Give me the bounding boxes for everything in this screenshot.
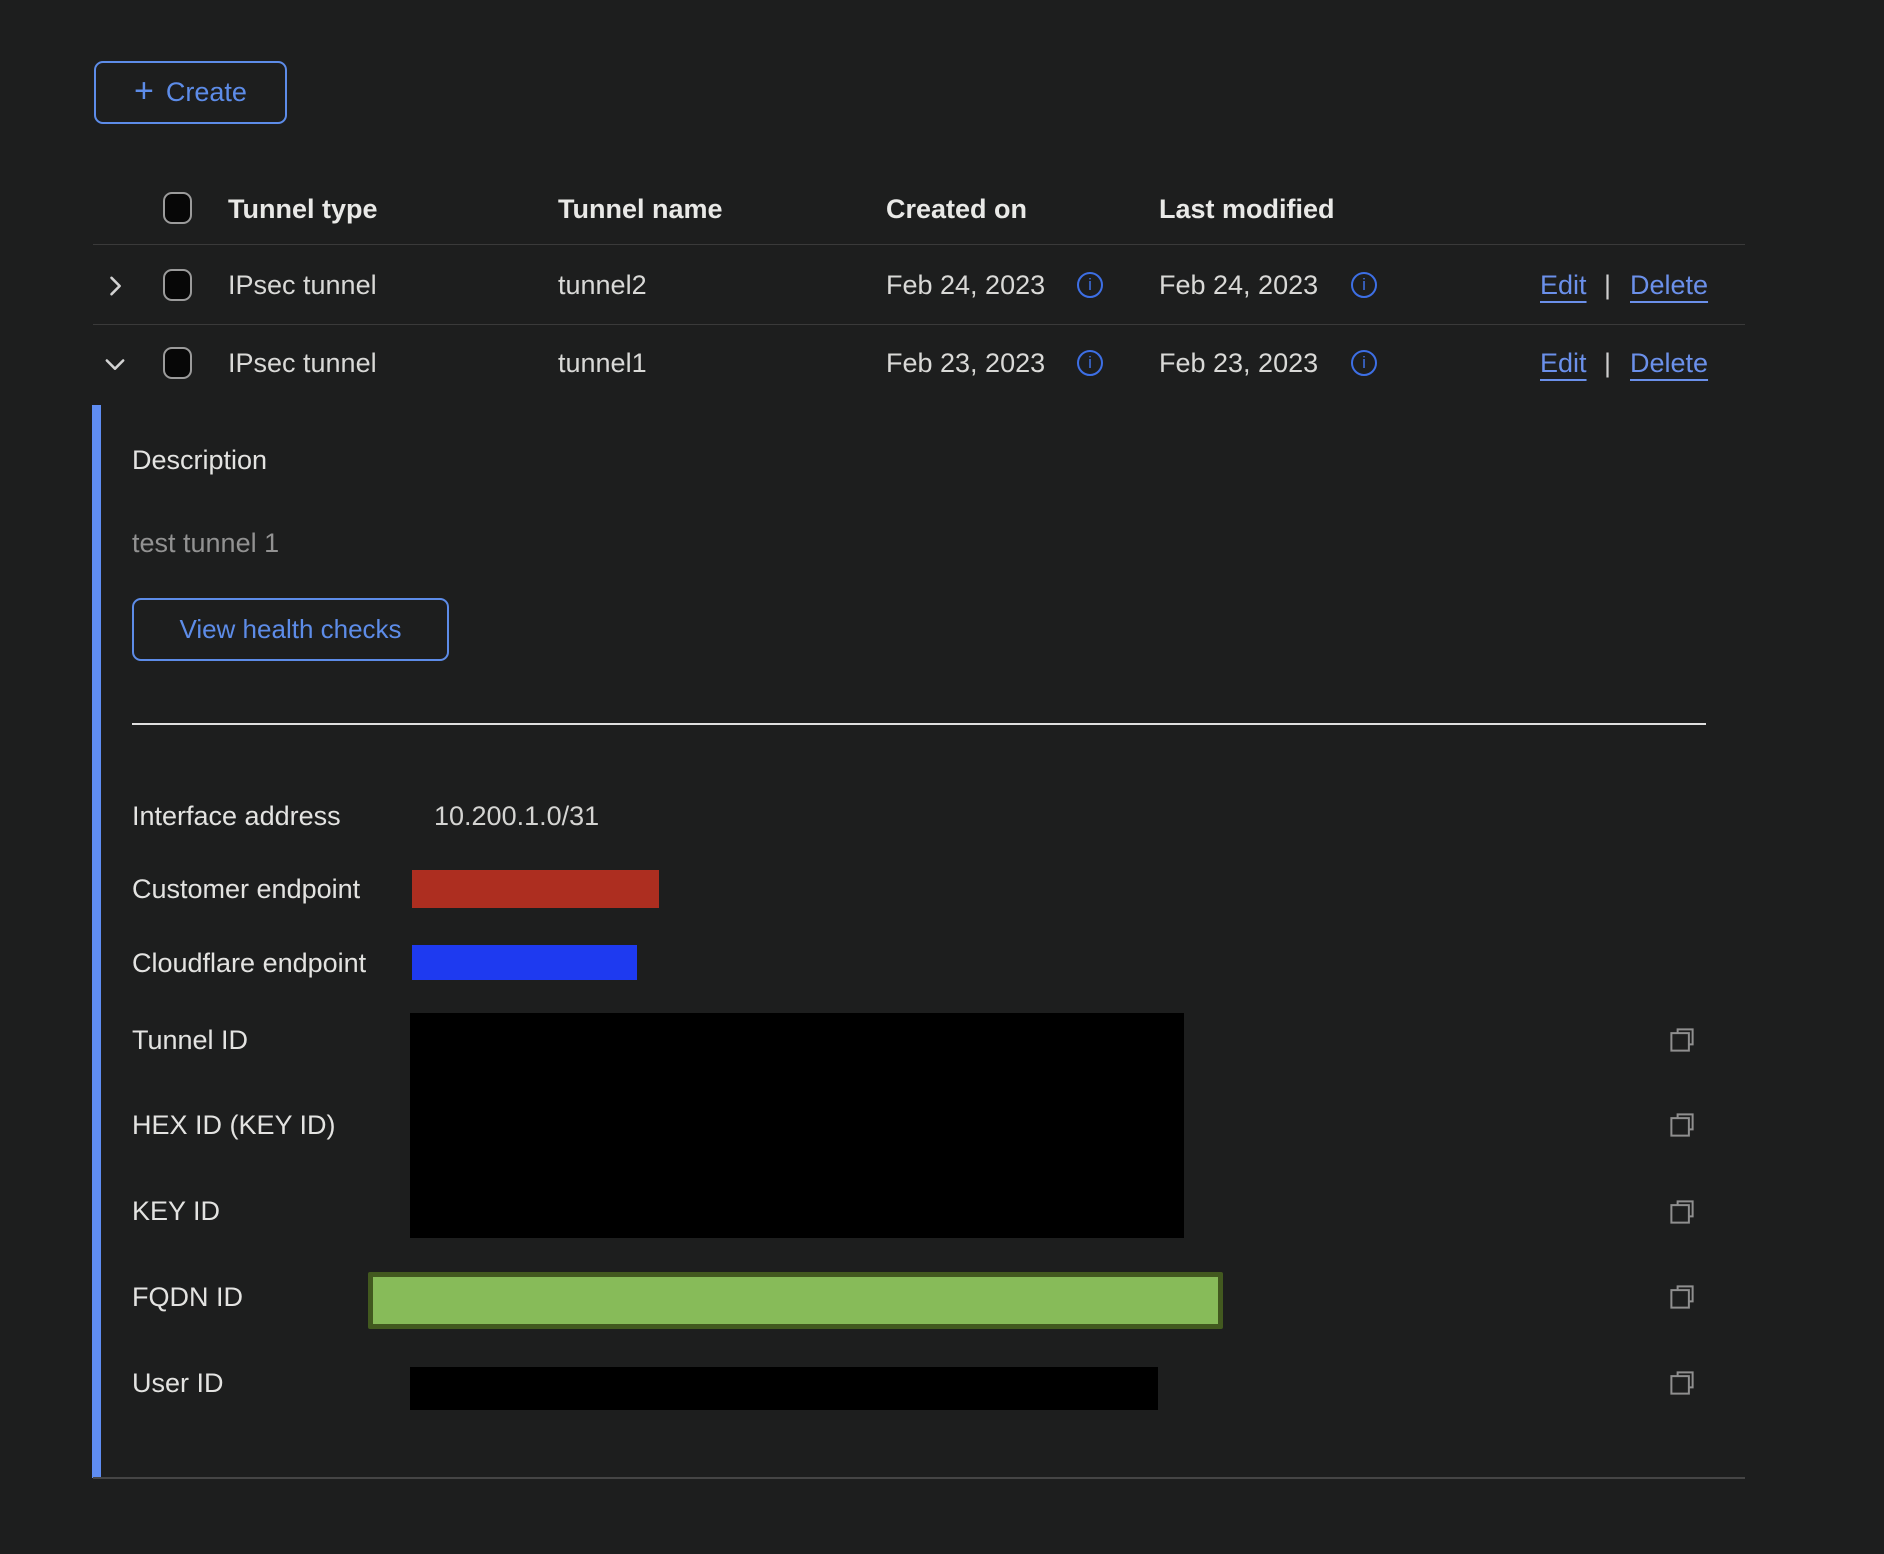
cell-created-on: Feb 24, 2023 bbox=[886, 265, 1045, 305]
create-button-label: Create bbox=[166, 77, 247, 108]
cell-last-modified: Feb 23, 2023 bbox=[1159, 343, 1318, 383]
cell-last-modified: Feb 24, 2023 bbox=[1159, 265, 1318, 305]
action-separator: | bbox=[1604, 265, 1611, 305]
delete-link[interactable]: Delete bbox=[1630, 343, 1708, 383]
create-button[interactable]: + Create bbox=[94, 61, 287, 124]
panel-divider bbox=[132, 723, 1706, 725]
delete-link[interactable]: Delete bbox=[1630, 265, 1708, 305]
description-label: Description bbox=[132, 440, 267, 480]
chevron-right-icon[interactable] bbox=[101, 272, 129, 300]
header-created-on: Created on bbox=[886, 189, 1027, 229]
header-last-modified: Last modified bbox=[1159, 189, 1335, 229]
key-id-label: KEY ID bbox=[132, 1191, 220, 1231]
header-tunnel-name: Tunnel name bbox=[558, 189, 723, 229]
info-icon[interactable]: i bbox=[1077, 350, 1103, 376]
row-checkbox[interactable] bbox=[163, 269, 192, 301]
copy-user-id-button[interactable] bbox=[1667, 1368, 1697, 1398]
description-value: test tunnel 1 bbox=[132, 523, 279, 563]
table-bottom-border bbox=[93, 1477, 1745, 1479]
edit-link[interactable]: Edit bbox=[1540, 265, 1587, 305]
info-icon[interactable]: i bbox=[1351, 350, 1377, 376]
fqdn-id-redacted-value bbox=[368, 1272, 1223, 1329]
copy-hex-id-button[interactable] bbox=[1667, 1110, 1697, 1140]
edit-link[interactable]: Edit bbox=[1540, 343, 1587, 383]
header-tunnel-type: Tunnel type bbox=[228, 189, 378, 229]
expanded-indicator-bar bbox=[92, 405, 101, 1478]
cell-created-on: Feb 23, 2023 bbox=[886, 343, 1045, 383]
tunnels-page: + Create Tunnel type Tunnel name Created… bbox=[0, 0, 1884, 1554]
copy-fqdn-id-button[interactable] bbox=[1667, 1282, 1697, 1312]
view-health-checks-label: View health checks bbox=[179, 614, 401, 645]
info-icon[interactable]: i bbox=[1077, 272, 1103, 298]
cloudflare-endpoint-redacted-value bbox=[412, 945, 637, 980]
hex-id-label: HEX ID (KEY ID) bbox=[132, 1105, 336, 1145]
cell-tunnel-name: tunnel2 bbox=[558, 265, 647, 305]
copy-key-id-button[interactable] bbox=[1667, 1197, 1697, 1227]
tunnel-id-label: Tunnel ID bbox=[132, 1020, 248, 1060]
copy-tunnel-id-button[interactable] bbox=[1667, 1025, 1697, 1055]
action-separator: | bbox=[1604, 343, 1611, 383]
plus-icon: + bbox=[134, 74, 154, 108]
select-all-checkbox[interactable] bbox=[163, 192, 192, 224]
interface-address-label: Interface address bbox=[132, 796, 341, 836]
info-icon[interactable]: i bbox=[1351, 272, 1377, 298]
interface-address-value: 10.200.1.0/31 bbox=[434, 796, 599, 836]
cell-tunnel-type: IPsec tunnel bbox=[228, 265, 377, 305]
ids-redacted-value bbox=[410, 1013, 1184, 1238]
row-checkbox[interactable] bbox=[163, 347, 192, 379]
user-id-redacted-value bbox=[410, 1367, 1158, 1410]
header-divider bbox=[93, 244, 1745, 245]
user-id-label: User ID bbox=[132, 1363, 224, 1403]
chevron-down-icon[interactable] bbox=[101, 350, 129, 378]
customer-endpoint-label: Customer endpoint bbox=[132, 869, 360, 909]
cell-tunnel-type: IPsec tunnel bbox=[228, 343, 377, 383]
fqdn-id-label: FQDN ID bbox=[132, 1277, 243, 1317]
view-health-checks-button[interactable]: View health checks bbox=[132, 598, 449, 661]
cloudflare-endpoint-label: Cloudflare endpoint bbox=[132, 943, 366, 983]
customer-endpoint-redacted-value bbox=[412, 870, 659, 908]
cell-tunnel-name: tunnel1 bbox=[558, 343, 647, 383]
row-divider bbox=[93, 324, 1745, 325]
